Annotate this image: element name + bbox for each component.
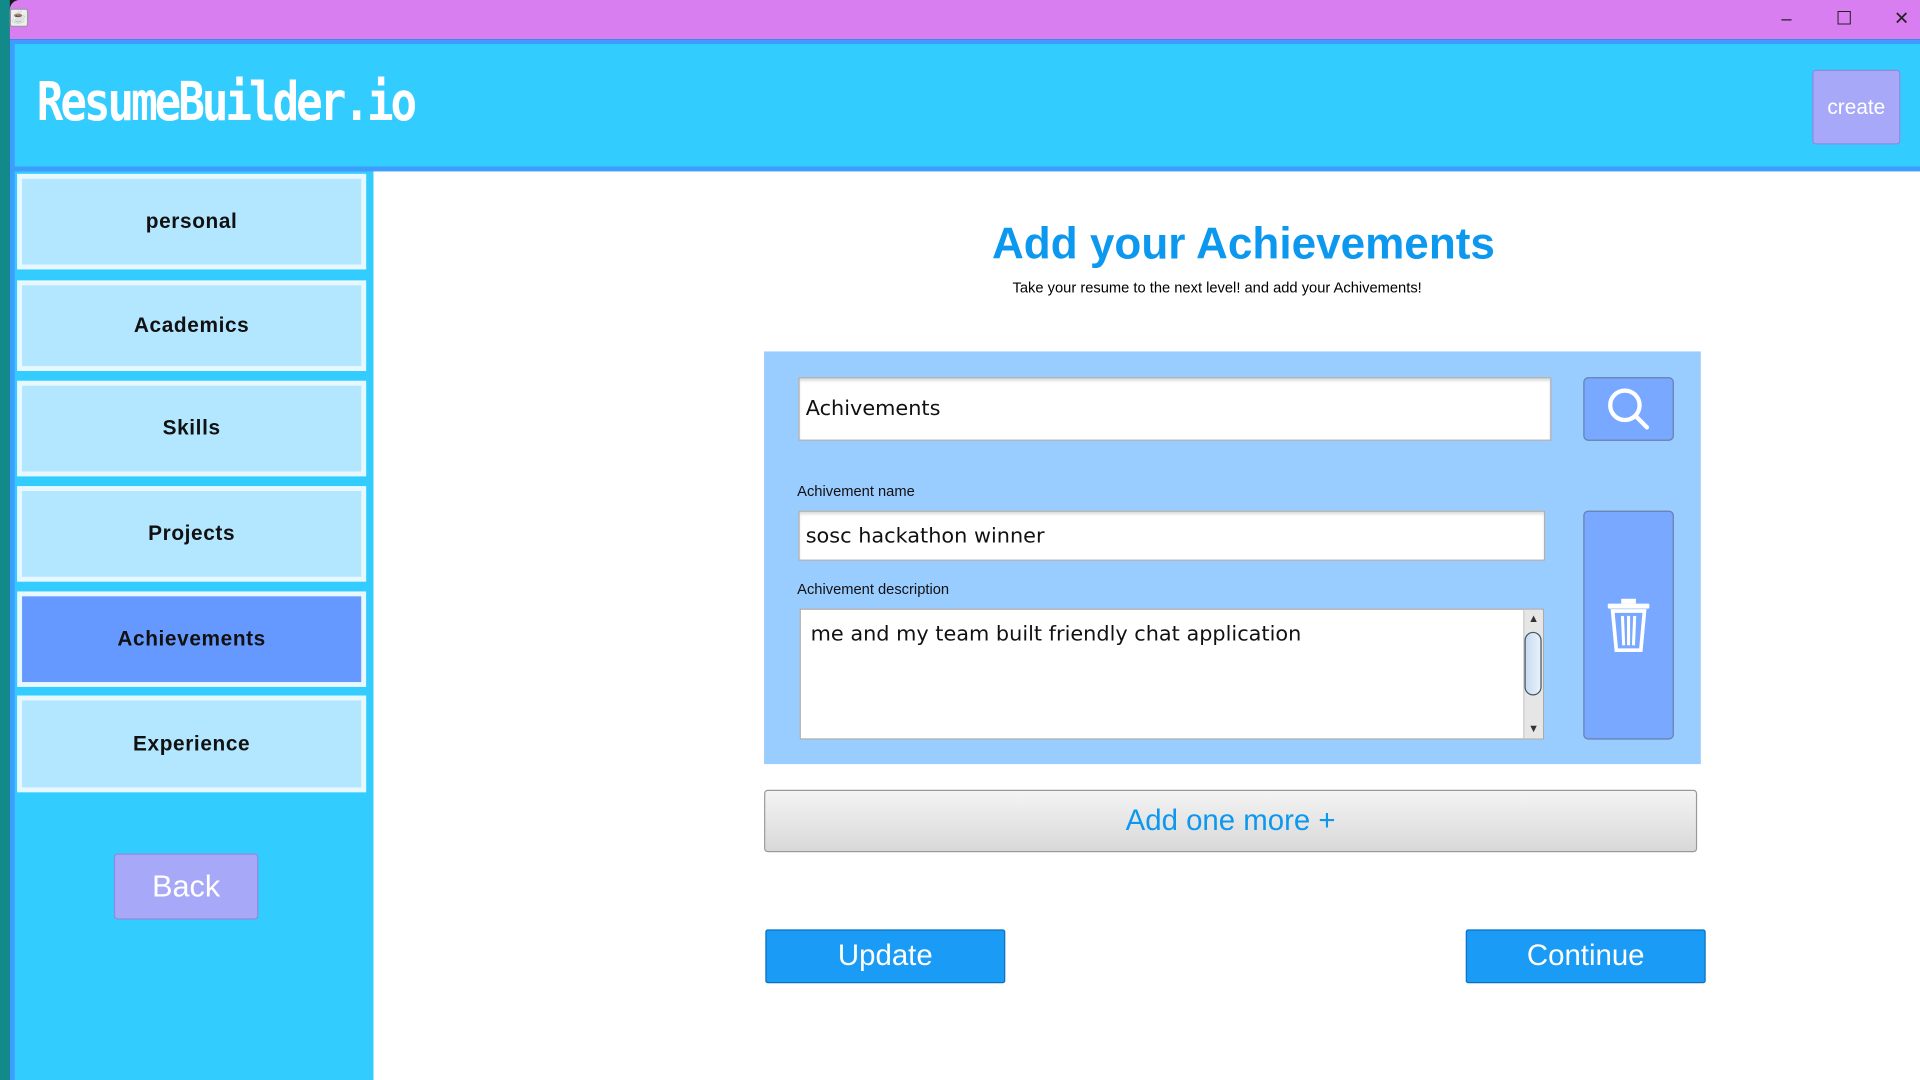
scrollbar-thumb[interactable] — [1524, 631, 1542, 696]
back-button[interactable]: Back — [113, 853, 259, 920]
close-button[interactable]: ✕ — [1873, 0, 1920, 39]
sidebar-item-experience[interactable]: Experience — [17, 695, 367, 793]
update-button[interactable]: Update — [765, 929, 1006, 984]
achievement-description-textarea[interactable]: me and my team built friendly chat appli… — [799, 608, 1545, 740]
sidebar-item-achievements[interactable]: Achievements — [17, 591, 367, 687]
description-scrollbar[interactable]: ▲ ▼ — [1523, 609, 1543, 739]
search-input[interactable]: Achivements — [798, 377, 1552, 441]
trash-icon — [1607, 598, 1650, 652]
minimize-button[interactable]: – — [1758, 0, 1814, 39]
continue-button[interactable]: Continue — [1465, 929, 1706, 984]
scroll-down-arrow-icon[interactable]: ▼ — [1528, 722, 1539, 734]
app-logo: ResumeBuilder.io — [36, 71, 417, 134]
add-one-more-button[interactable]: Add one more + — [764, 789, 1698, 853]
achievement-description-text: me and my team built friendly chat appli… — [810, 622, 1302, 647]
achievement-name-label: Achivement name — [797, 482, 915, 500]
java-app-icon: ☕ — [9, 8, 29, 27]
scroll-up-arrow-icon[interactable]: ▲ — [1528, 612, 1539, 624]
sidebar-item-academics[interactable]: Academics — [17, 280, 367, 372]
sidebar-item-skills[interactable]: Skills — [17, 380, 367, 477]
search-icon — [1608, 388, 1650, 430]
desktop-background — [0, 0, 10, 1080]
delete-button[interactable] — [1583, 510, 1674, 740]
sidebar-item-personal[interactable]: personal — [17, 173, 367, 270]
achievement-description-label: Achivement description — [797, 580, 950, 598]
create-button[interactable]: create — [1812, 69, 1901, 145]
maximize-button[interactable]: ☐ — [1816, 0, 1872, 39]
sidebar-item-projects[interactable]: Projects — [17, 486, 367, 582]
search-button[interactable] — [1583, 377, 1674, 441]
page-subtitle: Take your resume to the next level! and … — [1012, 279, 1422, 297]
page-title: Add your Achievements — [991, 217, 1495, 269]
achievement-name-input[interactable]: sosc hackathon winner — [798, 510, 1546, 561]
window-titlebar — [9, 0, 1920, 40]
